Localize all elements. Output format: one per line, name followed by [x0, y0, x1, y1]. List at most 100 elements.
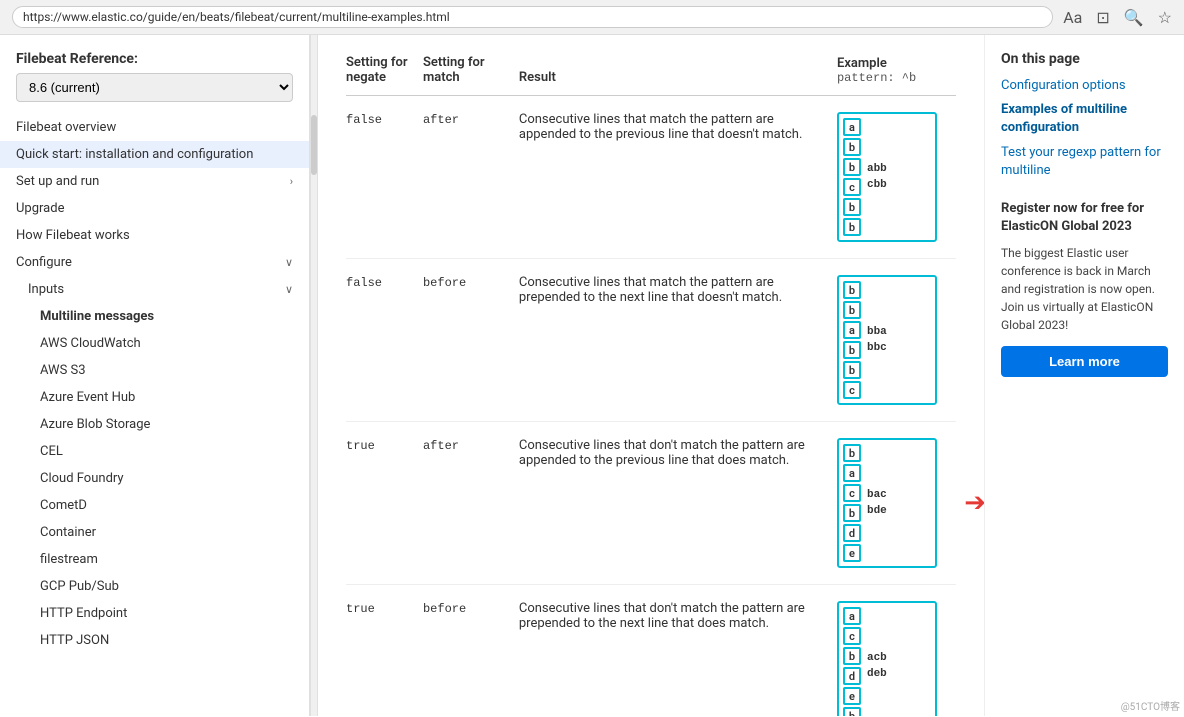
header-example: Example pattern: ^b [837, 55, 956, 96]
letter-b3: b [843, 341, 861, 359]
group-bde: bde [867, 505, 887, 517]
group-bac: bac [867, 489, 887, 501]
browser-icons: Aa ⊡ 🔍 ☆ [1063, 8, 1172, 27]
letter-b4: b [843, 361, 861, 379]
sidebar-item-azure-blob-storage[interactable]: Azure Blob Storage [0, 411, 309, 438]
right-link-config-options[interactable]: Configuration options [1001, 77, 1168, 95]
sidebar-item-set-up-and-run[interactable]: Set up and run › [0, 168, 309, 195]
sidebar-item-aws-cloudwatch[interactable]: AWS CloudWatch [0, 330, 309, 357]
negate-cell: false [346, 96, 423, 259]
example-cell: a b b c b b abb cbb [837, 96, 956, 259]
promo-box: Register now for free for ElasticON Glob… [1001, 200, 1168, 377]
watermark: @51CTO博客 [1121, 698, 1180, 713]
chevron-down-icon: ∨ [285, 256, 293, 269]
letter-a: a [843, 464, 861, 482]
chevron-down-icon-2: ∨ [285, 283, 293, 296]
letter-b2: b [843, 301, 861, 319]
right-link-examples[interactable]: Examples of multiline configuration [1001, 101, 1168, 137]
group-deb: deb [867, 668, 887, 680]
header-negate: Setting for negate [346, 55, 423, 96]
match-cell: after [423, 96, 519, 259]
examples-table: Setting for negate Setting for match Res… [346, 55, 956, 716]
browser-bar: https://www.elastic.co/guide/en/beats/fi… [0, 0, 1184, 35]
text-size-icon[interactable]: Aa [1063, 8, 1082, 27]
red-arrow-icon: ➔ [964, 488, 984, 518]
search-icon[interactable]: 🔍 [1124, 8, 1144, 27]
letter-b2: b [843, 158, 861, 176]
letter-b3: b [843, 198, 861, 216]
main-content: Setting for negate Setting for match Res… [318, 35, 984, 716]
right-link-test-regexp[interactable]: Test your regexp pattern for multiline [1001, 144, 1168, 180]
letter-e: e [843, 687, 861, 705]
result-cell: Consecutive lines that match the pattern… [519, 96, 837, 259]
letter-b: b [843, 444, 861, 462]
group-abb: abb [867, 163, 887, 175]
sidebar-item-cloud-foundry[interactable]: Cloud Foundry [0, 465, 309, 492]
letter-b: b [843, 138, 861, 156]
letter-a: a [843, 118, 861, 136]
example-cell arrow-cell: b a c b d e bac bde [837, 422, 956, 585]
sidebar-item-multiline-messages[interactable]: Multiline messages [0, 303, 309, 330]
letter-a: a [843, 607, 861, 625]
letter-b: b [843, 647, 861, 665]
table-row: false before Consecutive lines that matc… [346, 259, 956, 422]
promo-text: The biggest Elastic user conference is b… [1001, 244, 1168, 334]
match-cell: after [423, 422, 519, 585]
sidebar-item-filebeat-overview[interactable]: Filebeat overview [0, 114, 309, 141]
example-cell: b b a b b c bba bbc [837, 259, 956, 422]
letter-c: c [843, 178, 861, 196]
sidebar-item-how-filebeat-works[interactable]: How Filebeat works [0, 222, 309, 249]
letter-c: c [843, 381, 861, 399]
sidebar-item-aws-s3[interactable]: AWS S3 [0, 357, 309, 384]
sidebar-item-configure[interactable]: Configure ∨ [0, 249, 309, 276]
sidebar-item-filestream[interactable]: filestream [0, 546, 309, 573]
letter-a: a [843, 321, 861, 339]
learn-more-button[interactable]: Learn more [1001, 346, 1168, 377]
match-cell: before [423, 585, 519, 717]
group-bbc: bbc [867, 342, 887, 354]
match-cell: before [423, 259, 519, 422]
reader-mode-icon[interactable]: ⊡ [1096, 8, 1109, 27]
result-cell: Consecutive lines that don't match the p… [519, 422, 837, 585]
sidebar: Filebeat Reference: 8.6 (current) Filebe… [0, 35, 310, 716]
group-cbb: cbb [867, 179, 887, 191]
bookmark-icon[interactable]: ☆ [1158, 8, 1172, 27]
right-sidebar: On this page Configuration options Examp… [984, 35, 1184, 716]
sidebar-item-container[interactable]: Container [0, 519, 309, 546]
header-result: Result [519, 55, 837, 96]
letter-b: b [843, 281, 861, 299]
negate-cell: true [346, 422, 423, 585]
sidebar-item-quick-start[interactable]: Quick start: installation and configurat… [0, 141, 309, 168]
sidebar-title: Filebeat Reference: [0, 47, 309, 73]
letter-b2: b [843, 504, 861, 522]
letter-b2: b [843, 707, 861, 716]
chevron-right-icon: › [290, 175, 293, 188]
on-this-page-title: On this page [1001, 51, 1168, 67]
result-cell: Consecutive lines that match the pattern… [519, 259, 837, 422]
sidebar-item-inputs[interactable]: Inputs ∨ [0, 276, 309, 303]
table-row: true before Consecutive lines that don't… [346, 585, 956, 717]
negate-cell: true [346, 585, 423, 717]
sidebar-item-cometd[interactable]: CometD [0, 492, 309, 519]
group-acb: acb [867, 652, 887, 664]
negate-cell: false [346, 259, 423, 422]
table-row: false after Consecutive lines that match… [346, 96, 956, 259]
example-cell: a c b d e b acb deb [837, 585, 956, 717]
sidebar-item-upgrade[interactable]: Upgrade [0, 195, 309, 222]
sidebar-item-http-json[interactable]: HTTP JSON [0, 627, 309, 654]
version-select[interactable]: 8.6 (current) [16, 73, 293, 102]
table-row: true after Consecutive lines that don't … [346, 422, 956, 585]
sidebar-item-gcp-pub-sub[interactable]: GCP Pub/Sub [0, 573, 309, 600]
header-match: Setting for match [423, 55, 519, 96]
letter-e: e [843, 544, 861, 562]
letter-d: d [843, 667, 861, 685]
sidebar-item-azure-event-hub[interactable]: Azure Event Hub [0, 384, 309, 411]
letter-d: d [843, 524, 861, 542]
sidebar-item-http-endpoint[interactable]: HTTP Endpoint [0, 600, 309, 627]
sidebar-item-cel[interactable]: CEL [0, 438, 309, 465]
letter-c: c [843, 484, 861, 502]
letter-b4: b [843, 218, 861, 236]
url-bar[interactable]: https://www.elastic.co/guide/en/beats/fi… [12, 6, 1053, 28]
group-bba: bba [867, 326, 887, 338]
sidebar-scrollbar[interactable] [310, 35, 318, 716]
